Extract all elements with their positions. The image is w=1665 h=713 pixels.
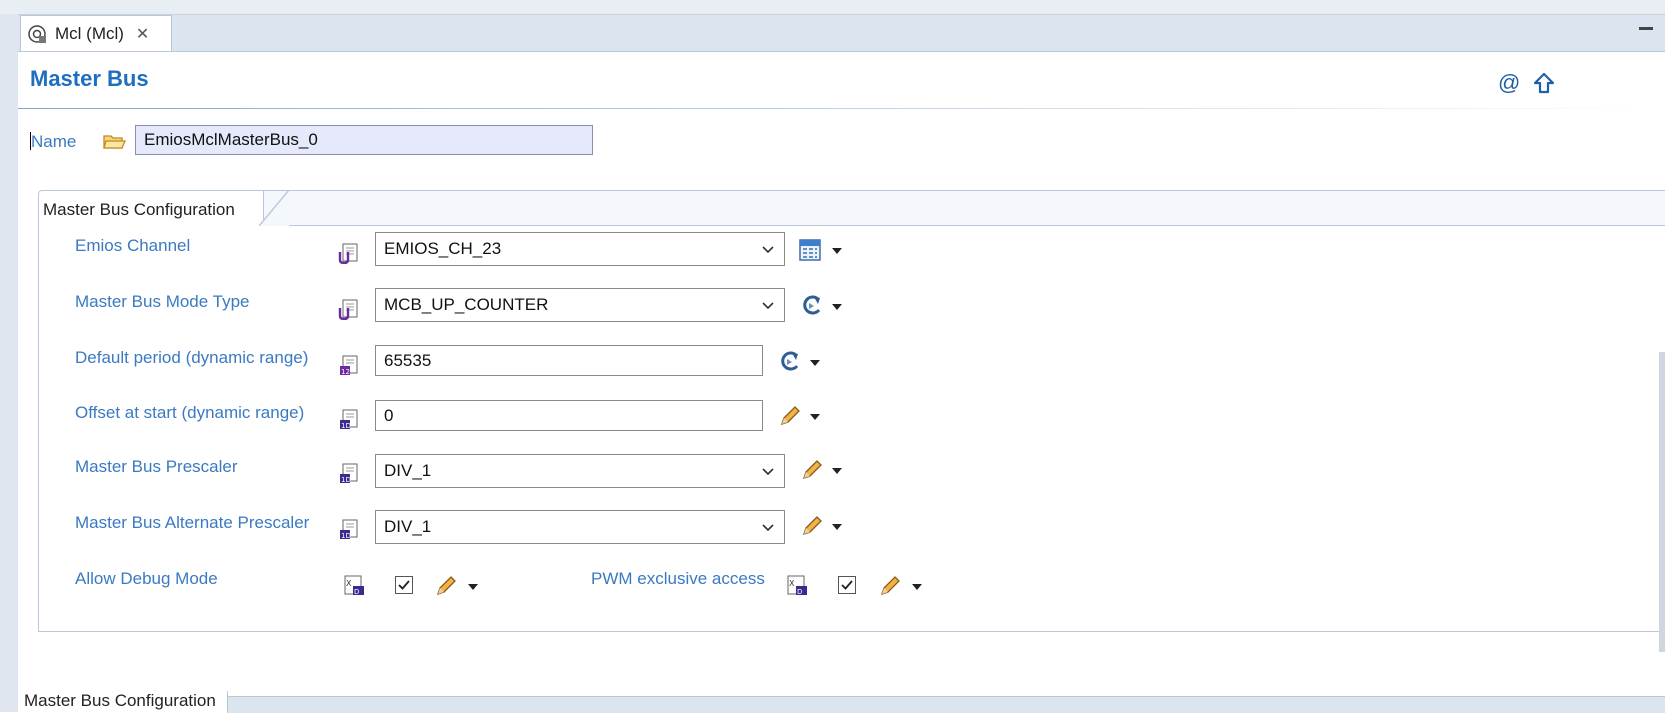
page-title: Master Bus (30, 66, 149, 91)
edit-pencil-icon[interactable] (878, 574, 902, 598)
parameter-reference-icon (338, 243, 358, 264)
checkmark-icon (398, 580, 410, 590)
checkmark-icon (841, 580, 853, 590)
edit-pencil-icon[interactable] (434, 574, 458, 598)
pwm-exclusive-label: PWM exclusive access (591, 569, 765, 588)
pwm-exclusive-options-dropdown[interactable] (912, 584, 922, 590)
close-icon[interactable]: ✕ (136, 24, 149, 44)
editor-tab-label: Mcl (Mcl) (55, 23, 124, 43)
enum-parameter-icon: 1D (340, 463, 358, 484)
group-tab-strip (264, 190, 1665, 226)
bottom-tab-master-bus-configuration[interactable]: Master Bus Configuration (18, 691, 228, 713)
prescaler-label: Master Bus Prescaler (75, 457, 238, 476)
window-top-strip (0, 0, 1665, 15)
bottom-tab-bar: Master Bus Configuration (18, 691, 1665, 713)
mode-type-label: Master Bus Mode Type (75, 292, 250, 311)
alt-prescaler-label: Master Bus Alternate Prescaler (75, 513, 310, 532)
recalculate-icon[interactable] (800, 294, 824, 318)
group-tab-master-bus-configuration[interactable]: Master Bus Configuration (38, 190, 289, 226)
mode-type-options-dropdown[interactable] (832, 304, 842, 310)
emios-channel-combo[interactable]: EMIOS_CH_23 (375, 232, 785, 266)
mode-type-combo[interactable]: MCB_UP_COUNTER (375, 288, 785, 322)
prescaler-combo[interactable]: DIV_1 (375, 454, 785, 488)
chevron-down-icon (762, 524, 774, 532)
default-period-label: Default period (dynamic range) (75, 348, 309, 367)
integer-parameter-icon: 1D (340, 409, 358, 430)
allow-debug-options-dropdown[interactable] (468, 584, 478, 590)
prescaler-options-dropdown[interactable] (832, 468, 842, 474)
svg-text:X: X (346, 579, 352, 588)
name-label: Name (30, 132, 77, 151)
svg-text:1D: 1D (341, 422, 351, 430)
svg-text:12: 12 (341, 368, 350, 376)
master-bus-configuration-group (38, 225, 1665, 632)
default-period-options-dropdown[interactable] (810, 360, 820, 366)
allow-debug-checkbox[interactable] (395, 576, 413, 594)
chevron-down-icon (762, 246, 774, 254)
edit-pencil-icon[interactable] (778, 404, 802, 428)
editor-tab-mcl[interactable]: Mcl (Mcl) ✕ (20, 15, 172, 51)
alt-prescaler-combo[interactable]: DIV_1 (375, 510, 785, 544)
alt-prescaler-options-dropdown[interactable] (832, 524, 842, 530)
navigate-up-icon[interactable] (1533, 72, 1555, 94)
chevron-down-icon (762, 468, 774, 476)
offset-start-options-dropdown[interactable] (810, 414, 820, 420)
minimize-icon[interactable] (1639, 27, 1653, 30)
svg-text:1D: 1D (341, 476, 351, 484)
parameter-reference-icon (338, 299, 358, 320)
calculator-icon[interactable] (798, 238, 822, 262)
pwm-exclusive-checkbox[interactable] (838, 576, 856, 594)
name-input[interactable] (135, 125, 593, 155)
module-config-icon (28, 24, 46, 43)
default-period-input[interactable]: 65535 (375, 345, 763, 376)
recalculate-icon[interactable] (778, 350, 802, 374)
edit-pencil-icon[interactable] (800, 458, 824, 482)
emios-channel-options-dropdown[interactable] (832, 248, 842, 254)
svg-text:D: D (354, 588, 359, 596)
offset-start-label: Offset at start (dynamic range) (75, 403, 305, 422)
at-sign-icon[interactable]: @ (1498, 70, 1520, 96)
svg-text:X: X (789, 579, 795, 588)
emios-channel-label: Emios Channel (75, 236, 191, 255)
svg-text:D: D (797, 588, 802, 596)
allow-debug-label: Allow Debug Mode (75, 569, 218, 588)
chevron-down-icon (762, 302, 774, 310)
svg-text:1D: 1D (341, 532, 351, 540)
editor-tab-bar: Mcl (Mcl) ✕ (18, 15, 1665, 52)
title-divider (18, 108, 1665, 109)
integer-parameter-icon: 12 (340, 355, 358, 376)
edit-pencil-icon[interactable] (800, 514, 824, 538)
boolean-parameter-icon: X D (787, 575, 807, 596)
boolean-parameter-icon: X D (344, 575, 364, 596)
left-gutter (0, 14, 18, 712)
enum-parameter-icon: 1D (340, 519, 358, 540)
offset-start-input[interactable]: 0 (375, 400, 763, 431)
vertical-scrollbar[interactable] (1659, 352, 1665, 652)
editor-area: Master Bus @ Name Master Bus Configurati… (18, 52, 1665, 712)
folder-icon[interactable] (102, 132, 126, 152)
